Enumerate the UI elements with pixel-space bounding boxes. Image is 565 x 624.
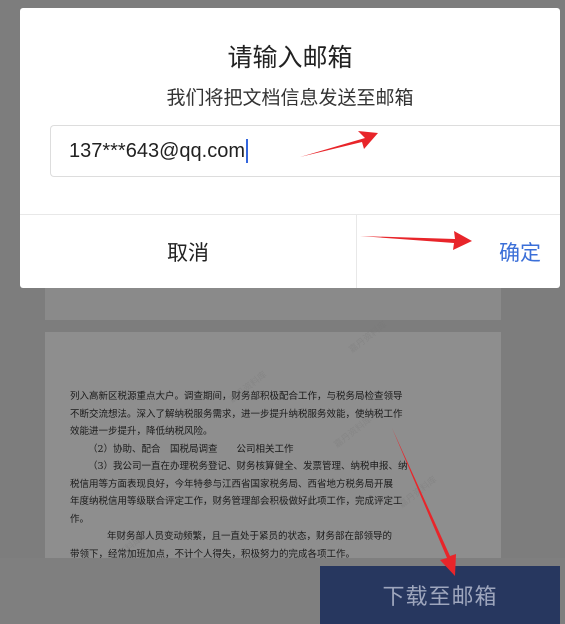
arrow-to-confirm-icon [360, 231, 472, 250]
arrow-to-email-icon [300, 131, 378, 157]
annotation-arrows [300, 131, 472, 576]
arrow-to-download-icon [392, 428, 456, 576]
